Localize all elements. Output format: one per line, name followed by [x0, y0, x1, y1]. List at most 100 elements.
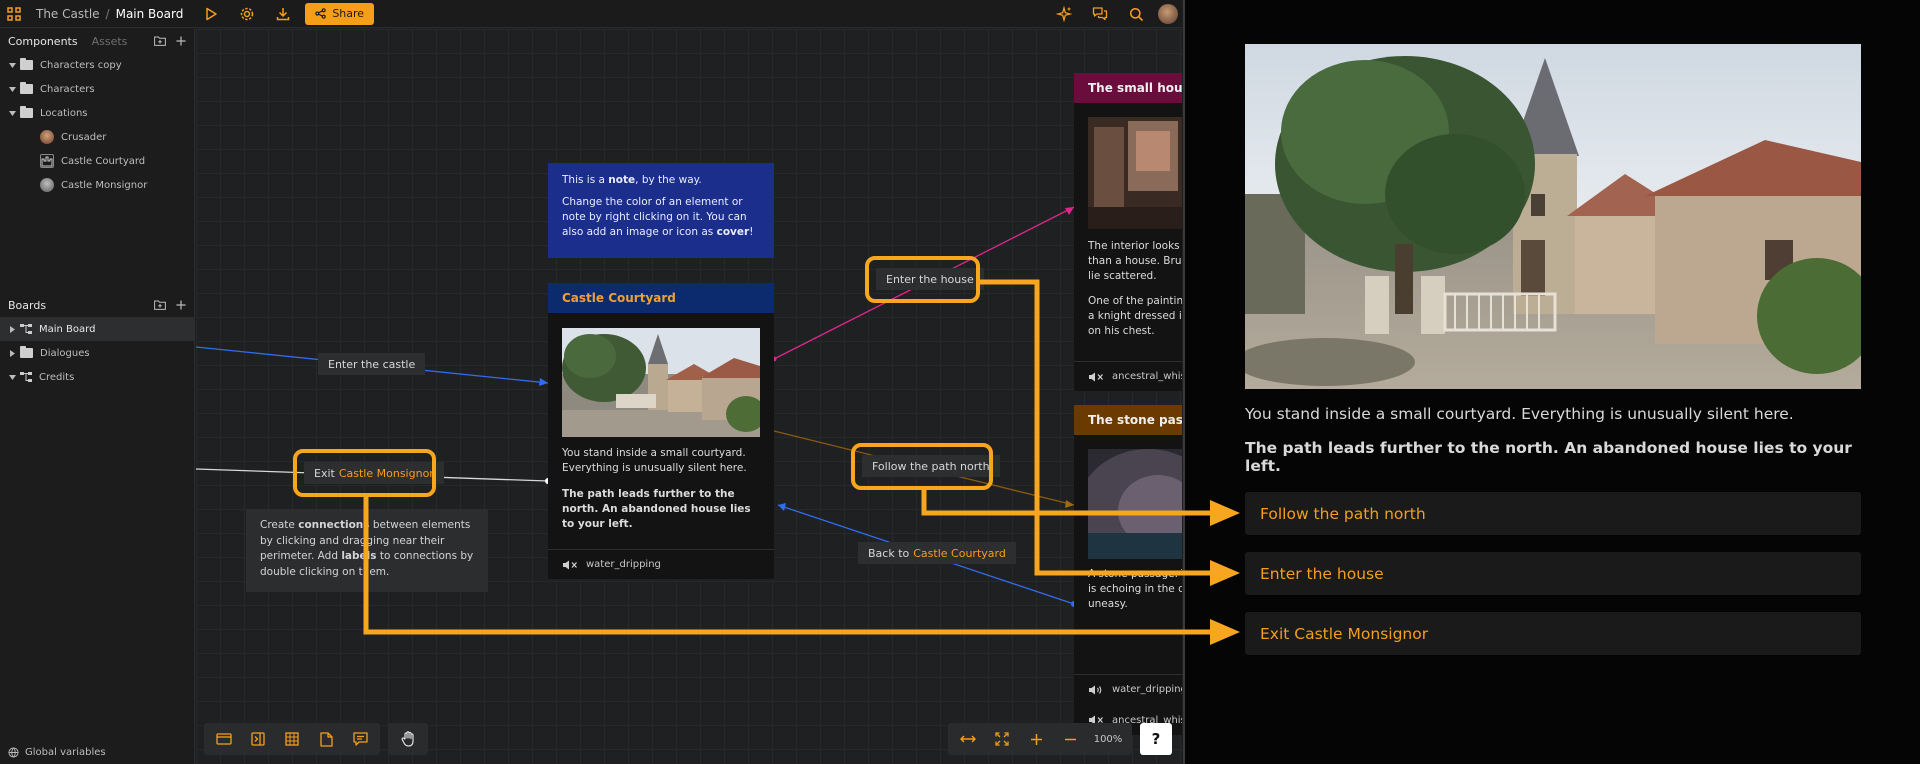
tree-folder-characters-copy[interactable]: Characters copy	[0, 53, 194, 77]
node-stone-passage[interactable]: The stone passage A stone passage. The s…	[1074, 405, 1182, 735]
canvas-tools-right: 100% ?	[948, 723, 1172, 755]
tree-label: Castle Courtyard	[61, 155, 146, 167]
breadcrumb-board[interactable]: Main Board	[116, 7, 184, 21]
add-table-icon[interactable]	[276, 723, 308, 755]
node-title: The small house	[1088, 81, 1182, 95]
node-castle-courtyard[interactable]: Castle Courtyard You stand inside a smal…	[548, 283, 774, 579]
caret-right-icon[interactable]	[8, 349, 16, 357]
choice-enter-house[interactable]: Enter the house	[1245, 552, 1861, 595]
board-folder-dialogues[interactable]: Dialogues	[0, 341, 194, 365]
boards-title: Boards	[8, 298, 47, 312]
user-avatar[interactable]	[1158, 4, 1178, 24]
small-house-image	[1088, 117, 1182, 229]
ai-sparkle-icon[interactable]	[1050, 0, 1078, 28]
castle-icon	[40, 154, 54, 168]
tab-components[interactable]: Components	[8, 35, 78, 48]
muted-speaker-icon[interactable]	[1088, 372, 1104, 382]
tree-item-castle-courtyard[interactable]: Castle Courtyard	[0, 149, 194, 173]
label-link: Castle Courtyard	[913, 546, 1006, 560]
zoom-level[interactable]: 100%	[1088, 734, 1128, 745]
breadcrumb-separator: /	[105, 6, 110, 21]
tree-label: Characters copy	[40, 59, 122, 71]
node-small-house[interactable]: The small house The interior looks more …	[1074, 73, 1182, 391]
node-text: You stand inside a small courtyard. Ever…	[562, 447, 747, 474]
add-icon[interactable]	[176, 300, 186, 310]
share-button[interactable]: Share	[305, 2, 375, 25]
muted-speaker-icon[interactable]	[562, 560, 578, 570]
hand-tool-group	[388, 723, 428, 755]
label-enter-castle[interactable]: Enter the castle	[318, 353, 426, 375]
tree-item-crusader[interactable]: Crusader	[0, 125, 194, 149]
story-preview: You stand inside a small courtyard. Ever…	[1183, 0, 1920, 764]
note-bold: note	[608, 174, 636, 186]
tab-assets[interactable]: Assets	[92, 35, 128, 48]
note-grey[interactable]: Create connections between elements by c…	[246, 509, 488, 592]
apps-grid-icon[interactable]	[0, 0, 28, 28]
global-variables-button[interactable]: Global variables	[0, 740, 195, 764]
add-icon[interactable]	[176, 36, 186, 46]
global-variables-label: Global variables	[25, 746, 106, 758]
zoom-out-icon[interactable]	[1054, 723, 1086, 755]
fit-width-icon[interactable]	[952, 723, 984, 755]
folder-icon	[20, 106, 33, 118]
add-comment-icon[interactable]	[344, 723, 376, 755]
new-folder-icon[interactable]	[154, 36, 166, 46]
choice-label: Enter the house	[1260, 564, 1384, 583]
node-footer: water_dripping	[548, 549, 774, 579]
label-back-courtyard[interactable]: Back to Castle Courtyard	[858, 542, 1016, 564]
add-note-icon[interactable]	[310, 723, 342, 755]
zoom-in-icon[interactable]	[1020, 723, 1052, 755]
highlight-enter-house	[865, 256, 980, 303]
boards-header: Boards	[0, 293, 194, 317]
tree-folder-locations[interactable]: Locations	[0, 101, 194, 125]
caret-down-icon[interactable]	[8, 61, 16, 69]
speaker-icon[interactable]	[1088, 685, 1104, 695]
add-jumper-icon[interactable]	[242, 723, 274, 755]
folder-icon	[20, 346, 33, 358]
choice-label: Exit Castle Monsignor	[1260, 624, 1429, 643]
top-bar: The Castle / Main Board Share	[0, 0, 1182, 28]
caret-down-icon[interactable]	[8, 109, 16, 117]
help-button[interactable]: ?	[1140, 723, 1172, 755]
board-icon	[20, 324, 32, 334]
node-text: A stone passage. The sound of water is e…	[1088, 568, 1182, 610]
caret-down-icon[interactable]	[8, 85, 16, 93]
choice-label: Follow the path north	[1260, 504, 1426, 523]
caret-down-icon[interactable]	[8, 373, 16, 381]
board-label: Dialogues	[40, 347, 90, 359]
board-canvas[interactable]: This is a note, by the way. Change the c…	[196, 29, 1182, 764]
board-item-credits[interactable]: Credits	[0, 365, 194, 389]
download-icon[interactable]	[269, 0, 297, 28]
label-text: Enter the castle	[328, 357, 416, 371]
breadcrumb-project[interactable]: The Castle	[36, 7, 100, 21]
preview-text: You stand inside a small courtyard. Ever…	[1245, 405, 1794, 423]
choice-follow-path[interactable]: Follow the path north	[1245, 492, 1861, 535]
components-header: Components Assets	[0, 29, 194, 53]
sound-label: water_dripping	[1112, 684, 1182, 695]
node-footer: water_dripping	[1074, 674, 1182, 704]
caret-right-icon[interactable]	[8, 325, 16, 333]
comments-icon[interactable]	[1086, 0, 1114, 28]
folder-icon	[20, 58, 33, 70]
node-header: The stone passage	[1074, 405, 1182, 435]
sound-label: water_dripping	[586, 559, 661, 570]
add-node-icon[interactable]	[208, 723, 240, 755]
note-blue[interactable]: This is a note, by the way. Change the c…	[548, 163, 774, 258]
choice-exit-monsignor[interactable]: Exit Castle Monsignor	[1245, 612, 1861, 655]
board-label: Credits	[39, 371, 75, 383]
search-icon[interactable]	[1122, 0, 1150, 28]
gear-icon[interactable]	[233, 0, 261, 28]
board-item-main[interactable]: Main Board	[0, 317, 194, 341]
crusader-avatar	[40, 130, 54, 144]
play-icon[interactable]	[197, 0, 225, 28]
hand-pan-icon[interactable]	[392, 723, 424, 755]
fit-screen-icon[interactable]	[986, 723, 1018, 755]
new-folder-icon[interactable]	[154, 300, 166, 310]
highlight-follow-path	[851, 443, 993, 490]
tree-folder-characters[interactable]: Characters	[0, 77, 194, 101]
note-text: This is a	[562, 174, 609, 186]
sound-label: ancestral_whisper	[1112, 371, 1182, 382]
courtyard-image	[562, 328, 760, 437]
tree-item-castle-monsignor[interactable]: Castle Monsignor	[0, 173, 194, 197]
folder-icon	[20, 82, 33, 94]
